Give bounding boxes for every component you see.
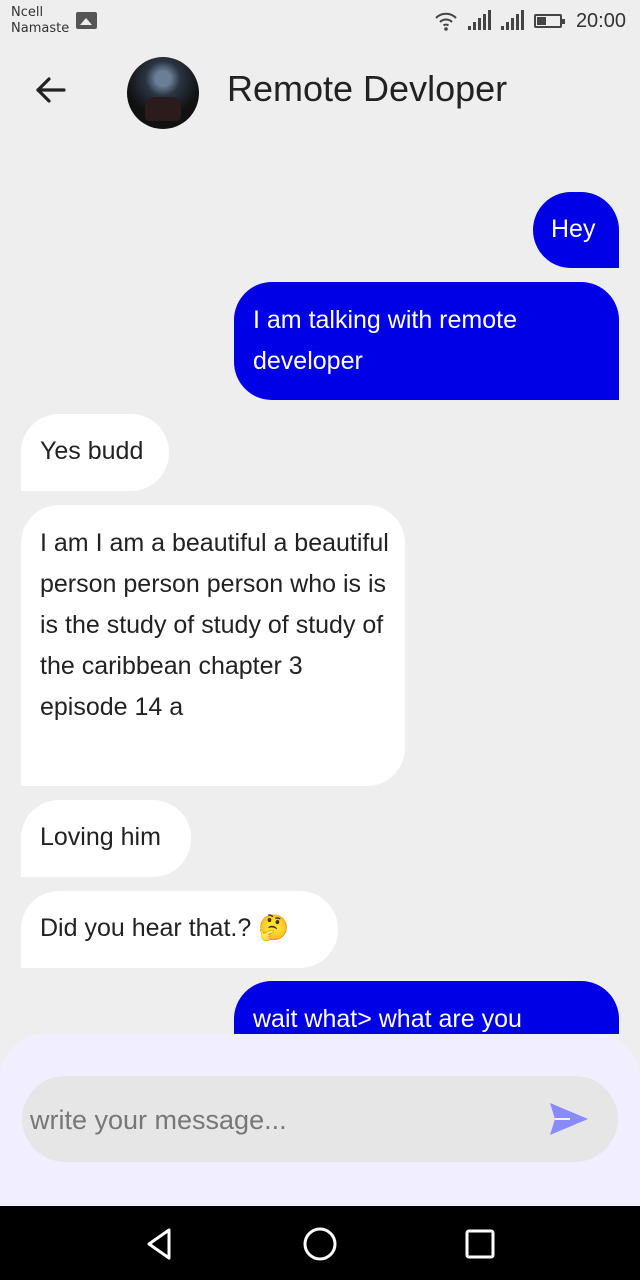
status-icons: 20:00: [434, 9, 626, 33]
message-text: Yes budd: [40, 437, 144, 465]
message-incoming[interactable]: I am I am a beautiful a beautiful person…: [21, 505, 405, 786]
system-nav-bar: [0, 1206, 640, 1280]
chat-header: Remote Devloper: [0, 44, 640, 144]
back-button[interactable]: [30, 70, 70, 110]
send-icon: [550, 1103, 588, 1135]
carrier-label: Ncell Namaste: [11, 5, 69, 37]
message-text: wait what> what are you: [253, 1005, 522, 1033]
arrow-left-icon: [36, 77, 66, 103]
message-text: Did you hear that.? 🤔: [40, 914, 290, 942]
avatar[interactable]: [127, 57, 199, 129]
message-outgoing[interactable]: I am talking with remote developer: [234, 282, 619, 400]
message-text: I am talking with remote developer: [253, 306, 517, 375]
message-incoming[interactable]: Loving him: [21, 800, 191, 877]
message-list[interactable]: Hey I am talking with remote developer Y…: [0, 144, 640, 1034]
send-button[interactable]: [548, 1100, 590, 1138]
message-text: Hey: [551, 215, 596, 243]
signal-icon: [467, 10, 491, 30]
message-input-container: [22, 1076, 618, 1164]
nav-back-button[interactable]: [140, 1224, 180, 1264]
status-bar: Ncell Namaste 20:00: [0, 0, 640, 44]
message-text: I am I am a beautiful a beautiful person…: [40, 529, 389, 721]
contact-name: Remote Devloper: [227, 68, 508, 109]
message-incoming[interactable]: Yes budd: [21, 414, 169, 491]
back-triangle-icon: [147, 1228, 171, 1260]
home-circle-icon: [303, 1227, 337, 1261]
signal-icon: [500, 10, 524, 30]
message-text: Loving him: [40, 823, 161, 851]
nav-home-button[interactable]: [300, 1224, 340, 1264]
battery-icon: [533, 14, 565, 28]
nav-recents-button[interactable]: [460, 1224, 500, 1264]
carrier-name: Ncell: [11, 5, 44, 20]
carrier-network: Namaste: [11, 21, 70, 36]
message-input[interactable]: [28, 1076, 532, 1164]
recents-square-icon: [465, 1229, 495, 1259]
clock: 20:00: [575, 9, 626, 32]
message-incoming[interactable]: Did you hear that.? 🤔: [21, 891, 338, 968]
wifi-icon: [434, 11, 458, 31]
gallery-icon: [76, 12, 97, 29]
message-composer: [0, 1034, 640, 1206]
message-outgoing[interactable]: Hey: [533, 192, 619, 268]
message-outgoing[interactable]: wait what> what are you: [234, 981, 619, 1034]
